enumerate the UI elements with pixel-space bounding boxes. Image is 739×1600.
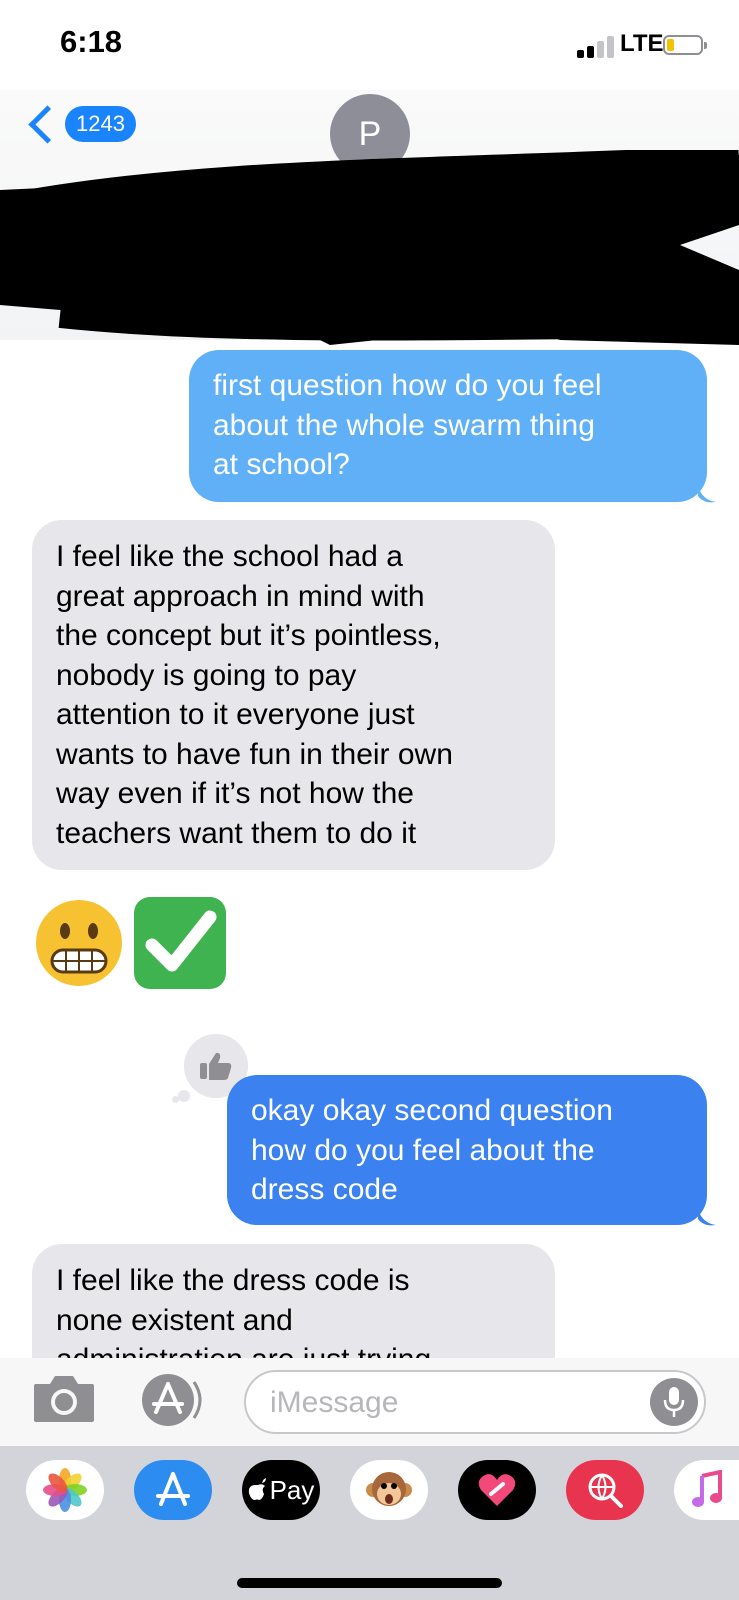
- network-label: LTE: [620, 30, 664, 57]
- message-line: at school?: [213, 448, 350, 481]
- animoji-icon[interactable]: [350, 1460, 428, 1520]
- sent-message[interactable]: first question how do you feel about the…: [189, 350, 707, 502]
- message-line: okay okay second question: [251, 1094, 613, 1127]
- camera-icon[interactable]: [32, 1372, 96, 1424]
- message-input-placeholder: iMessage: [270, 1386, 399, 1419]
- thumbs-up-icon: [200, 1052, 232, 1080]
- grimacing-face-emoji: [36, 900, 122, 986]
- redaction-scribble: [0, 150, 739, 345]
- apple-pay-icon[interactable]: Pay: [242, 1460, 320, 1520]
- unread-count-badge: 1243: [65, 106, 136, 142]
- message-line: nobody is going to pay: [56, 658, 357, 692]
- app-drawer: Pay: [0, 1446, 739, 1600]
- bubble-tail: [698, 486, 716, 503]
- bubble-tail: [698, 1209, 716, 1226]
- message-line: the concept but it’s pointless,: [56, 619, 441, 652]
- signal-icon: [577, 34, 617, 58]
- status-bar: 6:18 LTE: [0, 0, 739, 90]
- heart-icon[interactable]: [458, 1460, 536, 1520]
- app-store-icon[interactable]: [136, 1372, 208, 1428]
- message-line: I feel like the dress code is: [56, 1264, 410, 1297]
- message-line: attention to it everyone just: [56, 698, 415, 731]
- microphone-icon[interactable]: [650, 1378, 698, 1426]
- tapback-dot: [178, 1090, 190, 1102]
- web-search-icon[interactable]: [566, 1460, 644, 1520]
- home-indicator[interactable]: [237, 1578, 502, 1588]
- battery-icon: [663, 35, 707, 55]
- message-line: first question how do you feel: [213, 369, 602, 402]
- message-line: way even if it’s not how the: [56, 777, 414, 810]
- sent-message[interactable]: okay okay second question how do you fee…: [227, 1075, 707, 1225]
- message-line: I feel like the school had a: [56, 540, 403, 573]
- message-input[interactable]: iMessage: [244, 1370, 706, 1434]
- message-line: dress code: [251, 1173, 398, 1206]
- apple-pay-label: Pay: [269, 1474, 315, 1505]
- received-message[interactable]: I feel like the school had a great appro…: [32, 520, 555, 870]
- check-mark-emoji: [134, 897, 226, 989]
- message-composer: iMessage: [0, 1358, 739, 1446]
- message-line: about the whole swarm thing: [213, 408, 595, 442]
- message-line: none existent and: [56, 1303, 293, 1337]
- photos-icon[interactable]: [26, 1460, 104, 1520]
- music-icon[interactable]: [674, 1460, 739, 1520]
- back-button[interactable]: 1243: [24, 100, 136, 148]
- emoji-message[interactable]: [34, 895, 228, 991]
- avatar-initial: P: [358, 114, 382, 153]
- chevron-left-icon: [28, 104, 67, 144]
- message-line: wants to have fun in their own: [56, 737, 453, 771]
- message-line: how do you feel about the: [251, 1133, 595, 1167]
- message-line: teachers want them to do it: [56, 816, 417, 850]
- app-store-icon[interactable]: [134, 1460, 212, 1520]
- status-time: 6:18: [60, 24, 123, 59]
- message-line: great approach in mind with: [56, 579, 425, 613]
